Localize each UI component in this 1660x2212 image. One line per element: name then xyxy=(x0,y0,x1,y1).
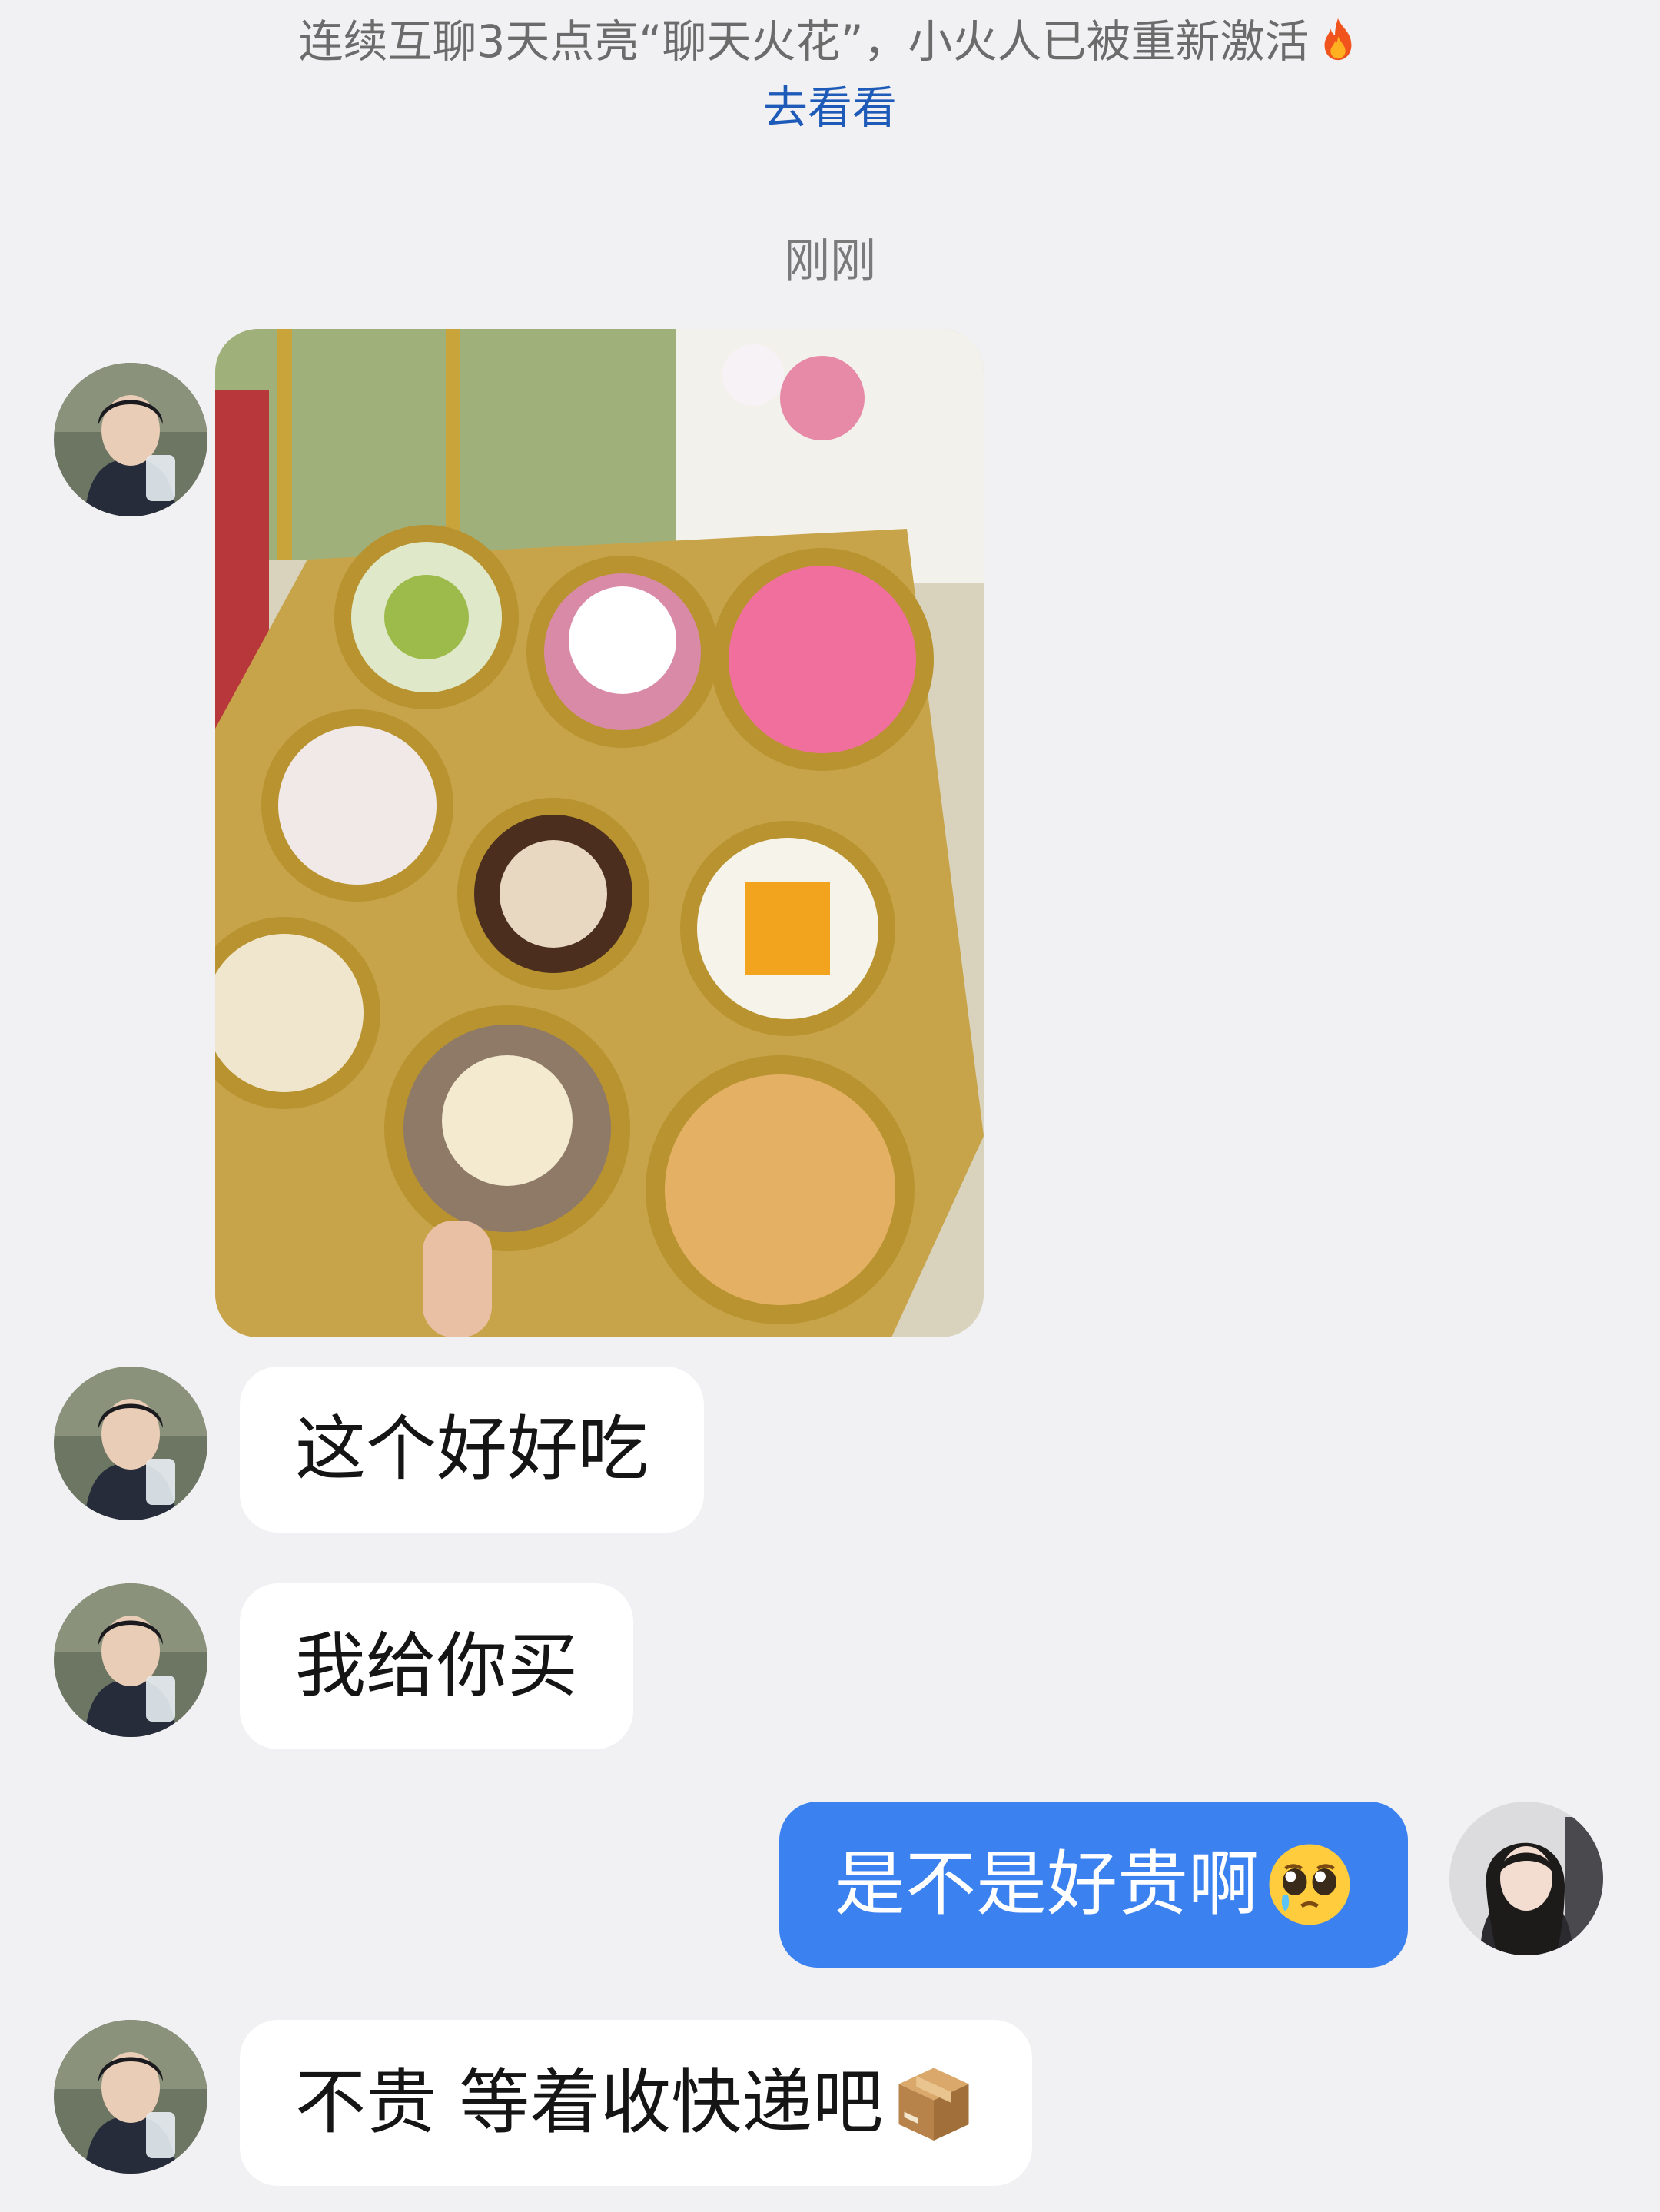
message-bubble-incoming[interactable]: 我给你买 xyxy=(240,1583,634,1749)
friend-avatar[interactable] xyxy=(54,2020,208,2174)
message-text: 不贵 等着收快递吧 xyxy=(295,2061,884,2144)
my-avatar[interactable] xyxy=(1449,1802,1603,1955)
friend-avatar[interactable] xyxy=(54,1367,208,1520)
fire-icon xyxy=(1314,15,1362,63)
cake-cups-photo[interactable] xyxy=(215,329,984,1337)
message-text: 是不是好贵啊 xyxy=(835,1843,1260,1925)
message-text: 这个好好吃 xyxy=(295,1408,649,1490)
pleading-face-icon xyxy=(1267,1842,1353,1928)
message-text: 我给你买 xyxy=(295,1625,579,1707)
go-see-link[interactable]: 去看看 xyxy=(0,77,1660,138)
message-bubble-outgoing[interactable]: 是不是好贵啊 xyxy=(779,1802,1409,1968)
chat-spark-notice: 连续互聊3天点亮“聊天火花”，小火人已被重新激活 xyxy=(0,11,1660,72)
notice-text: 连续互聊3天点亮“聊天火花”，小火人已被重新激活 xyxy=(298,15,1310,68)
message-timestamp: 刚刚 xyxy=(784,234,876,288)
friend-avatar[interactable] xyxy=(54,363,208,516)
chat-screen: 连续互聊3天点亮“聊天火花”，小火人已被重新激活 去看看 刚刚 这个好好吃 我给… xyxy=(0,0,1660,2212)
message-bubble-incoming[interactable]: 这个好好吃 xyxy=(240,1367,705,1533)
message-bubble-incoming[interactable]: 不贵 等着收快递吧 xyxy=(240,2020,1033,2186)
friend-avatar[interactable] xyxy=(54,1583,208,1737)
package-icon xyxy=(891,2060,977,2146)
